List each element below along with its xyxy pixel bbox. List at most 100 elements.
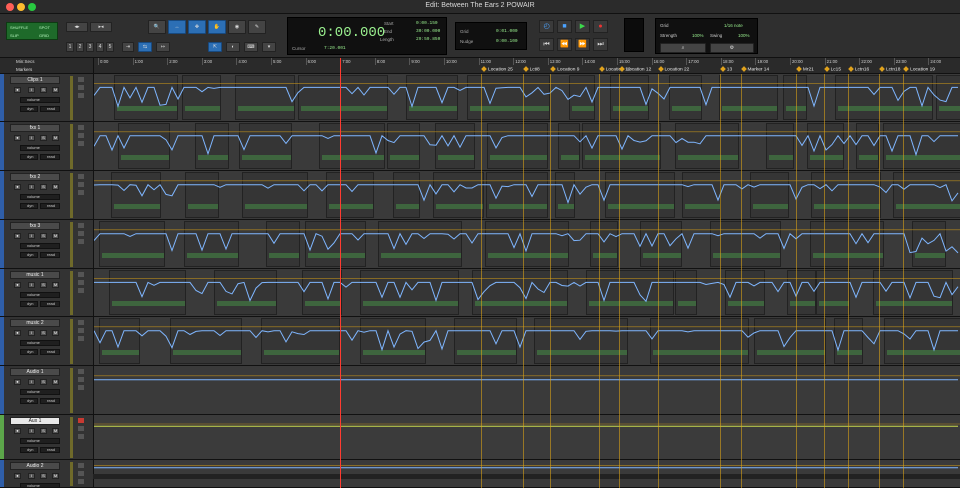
- mute-button[interactable]: M: [52, 379, 59, 385]
- volume-automation-line[interactable]: [94, 86, 958, 109]
- track-settings-icon[interactable]: [78, 272, 84, 277]
- automation-mode-selector[interactable]: read: [40, 252, 60, 258]
- add-lane-icon[interactable]: [78, 93, 84, 98]
- input-monitor-button[interactable]: I: [28, 473, 35, 479]
- track-header[interactable]: Aux 1 ● I S M volume dyn read: [0, 415, 93, 460]
- track-header[interactable]: Audio 2 ● I S M volume dyn read: [0, 460, 93, 488]
- zoom-preset-1[interactable]: 1: [66, 42, 74, 52]
- link-timeline-button[interactable]: ⇆: [138, 42, 152, 52]
- input-monitor-button[interactable]: I: [28, 379, 35, 385]
- track-settings-icon[interactable]: [78, 77, 84, 82]
- horizontal-scrollbar[interactable]: [93, 474, 960, 479]
- zoom-preset-4[interactable]: 4: [96, 42, 104, 52]
- location-marker[interactable]: Lc15: [825, 67, 841, 72]
- volume-automation-line[interactable]: [94, 183, 959, 205]
- grabber-tool-icon[interactable]: ✋: [208, 20, 226, 34]
- add-lane-icon[interactable]: [78, 434, 84, 439]
- automation-graph[interactable]: [94, 269, 960, 317]
- location-marker[interactable]: Location 9: [551, 67, 579, 72]
- grid-panel-value[interactable]: 1/16 note: [724, 23, 743, 28]
- dyn-selector[interactable]: dyn: [20, 447, 38, 453]
- playhead-cursor[interactable]: [340, 58, 341, 488]
- playlist-icon[interactable]: [78, 377, 84, 382]
- swing-value[interactable]: 100%: [738, 33, 750, 38]
- automation-mode-selector[interactable]: read: [40, 106, 60, 112]
- record-arm-button[interactable]: ●: [14, 135, 21, 141]
- dyn-selector[interactable]: dyn: [20, 154, 38, 160]
- add-lane-icon[interactable]: [78, 479, 84, 484]
- mute-button[interactable]: M: [52, 282, 59, 288]
- track-lane[interactable]: [93, 269, 960, 317]
- location-marker[interactable]: Lctn16: [849, 67, 869, 72]
- dyn-selector[interactable]: dyn: [20, 252, 38, 258]
- start-value[interactable]: 0:00.150: [416, 21, 438, 26]
- dyn-selector[interactable]: dyn: [20, 106, 38, 112]
- automation-selector[interactable]: volume: [20, 145, 60, 151]
- track-settings-icon[interactable]: [78, 418, 84, 423]
- track-lane[interactable]: [93, 366, 960, 415]
- track-name[interactable]: fxs 1: [10, 124, 60, 132]
- track-name[interactable]: fxs 2: [10, 173, 60, 181]
- trim-tool-icon[interactable]: ↔: [168, 20, 186, 34]
- mute-button[interactable]: M: [52, 473, 59, 479]
- automation-selector[interactable]: volume: [20, 340, 60, 346]
- end-value[interactable]: 30:00.000: [416, 29, 440, 34]
- add-lane-icon[interactable]: [78, 385, 84, 390]
- location-marker[interactable]: Lcti8: [524, 67, 540, 72]
- insertion-follows-button[interactable]: ↦: [156, 42, 170, 52]
- add-lane-icon[interactable]: [78, 336, 84, 341]
- tab-to-transient-button[interactable]: ⇥: [122, 42, 134, 52]
- solo-button[interactable]: S: [40, 379, 47, 385]
- automation-selector[interactable]: volume: [20, 292, 60, 298]
- location-marker[interactable]: Location 12: [620, 67, 651, 72]
- solo-button[interactable]: S: [40, 282, 47, 288]
- spot-mode[interactable]: SPOT: [39, 25, 50, 30]
- location-marker[interactable]: Location 25: [482, 67, 513, 72]
- automation-graph[interactable]: [94, 220, 960, 269]
- automation-mode-selector[interactable]: read: [40, 398, 60, 404]
- playlist-icon[interactable]: [78, 328, 84, 333]
- online-icon[interactable]: ◴: [539, 20, 554, 33]
- solo-button[interactable]: S: [40, 428, 47, 434]
- track-lane[interactable]: [93, 415, 960, 460]
- input-monitor-button[interactable]: I: [28, 330, 35, 336]
- add-lane-icon[interactable]: [78, 190, 84, 195]
- track-header[interactable]: fxs 2 ● I S M volume dyn read: [0, 171, 93, 220]
- main-counter[interactable]: 0:00.000 Cursor 7:20.001 Start End Lengt…: [287, 17, 447, 55]
- track-name[interactable]: Audio 2: [10, 462, 60, 470]
- dyn-selector[interactable]: dyn: [20, 301, 38, 307]
- track-name[interactable]: Clips 1: [10, 76, 60, 84]
- add-lane-icon[interactable]: [78, 239, 84, 244]
- input-monitor-button[interactable]: I: [28, 233, 35, 239]
- track-settings-icon[interactable]: [78, 174, 84, 179]
- mute-button[interactable]: M: [52, 428, 59, 434]
- playlist-icon[interactable]: [78, 85, 84, 90]
- pencil-tool-icon[interactable]: ✎: [248, 20, 266, 34]
- record-arm-button[interactable]: ●: [14, 184, 21, 190]
- track-lane[interactable]: [93, 74, 960, 122]
- track-name[interactable]: music 2: [10, 319, 60, 327]
- automation-graph[interactable]: [94, 366, 960, 415]
- record-arm-button[interactable]: ●: [14, 379, 21, 385]
- playlist-icon[interactable]: [78, 426, 84, 431]
- volume-automation-line[interactable]: [94, 232, 959, 254]
- mute-button[interactable]: M: [52, 135, 59, 141]
- playlist-icon[interactable]: [78, 182, 84, 187]
- automation-selector[interactable]: volume: [20, 97, 60, 103]
- shuffle-mode[interactable]: SHUFFLE: [10, 25, 28, 30]
- location-marker[interactable]: Mr21: [797, 67, 814, 72]
- location-marker[interactable]: Marker 14: [742, 67, 770, 72]
- record-arm-button[interactable]: ●: [14, 473, 21, 479]
- input-monitor-button[interactable]: I: [28, 282, 35, 288]
- automation-mode-selector[interactable]: read: [40, 301, 60, 307]
- length-value[interactable]: 29:59.850: [416, 37, 440, 42]
- solo-button[interactable]: S: [40, 330, 47, 336]
- location-marker[interactable]: 13: [721, 67, 732, 72]
- solo-button[interactable]: S: [40, 233, 47, 239]
- location-marker[interactable]: Location 22: [659, 67, 690, 72]
- track-settings-icon[interactable]: [78, 125, 84, 130]
- track-header[interactable]: Audio 1 ● I S M volume dyn read: [0, 366, 93, 415]
- record-button[interactable]: ●: [593, 20, 608, 33]
- automation-graph[interactable]: [94, 317, 960, 366]
- return-to-zero-button[interactable]: ⏮: [539, 38, 554, 51]
